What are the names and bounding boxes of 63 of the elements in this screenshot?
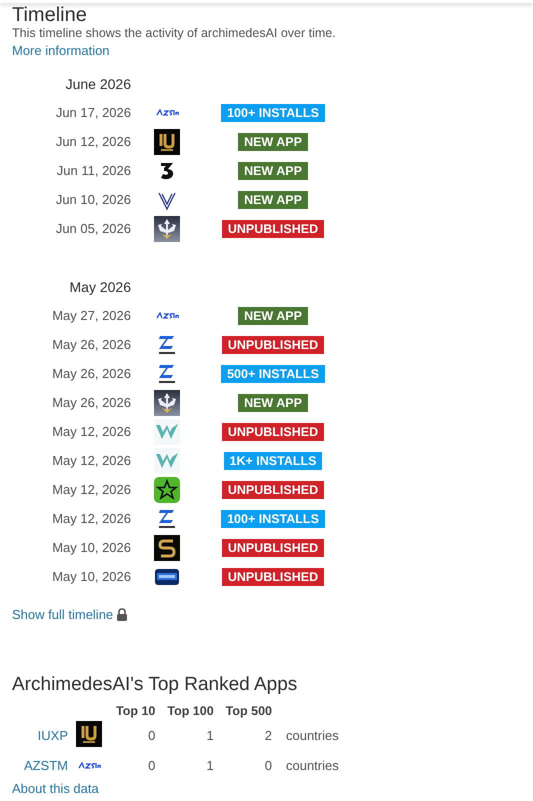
app-logo-icon [154, 108, 180, 116]
status-badge: NEW APP [238, 394, 308, 412]
month-heading: May 2026 [68, 279, 131, 295]
event-date: Jun 17, 2026 [54, 105, 131, 120]
event-date: May 26, 2026 [51, 366, 131, 381]
event-date: May 12, 2026 [51, 453, 131, 468]
status-badge: NEW APP [238, 132, 308, 150]
event-date: May 12, 2026 [51, 511, 131, 526]
status-badge: 500+ INSTALLS [221, 364, 325, 382]
status-badge: UNPUBLISHED [222, 480, 324, 498]
app-logo-icon [154, 448, 180, 474]
event-date: May 27, 2026 [51, 308, 131, 323]
event-date: May 26, 2026 [51, 395, 131, 410]
table-cell-text: 1 [205, 756, 214, 774]
table-cell-text: 0 [147, 756, 156, 774]
section-title: Timeline [12, 4, 88, 26]
status-badge: NEW APP [238, 162, 308, 180]
event-date: Jun 12, 2026 [54, 134, 131, 149]
status-badge: UNPUBLISHED [222, 538, 324, 556]
event-date: May 10, 2026 [51, 540, 131, 555]
app-logo-icon [154, 534, 180, 560]
app-logo-icon [154, 216, 180, 242]
status-badge: 100+ INSTALLS [221, 510, 325, 528]
app-logo-icon [154, 128, 180, 154]
event-date: May 12, 2026 [51, 482, 131, 497]
app-logo-icon [154, 418, 180, 444]
table-cell-text: 0 [147, 726, 156, 744]
app-logo-icon [76, 762, 102, 770]
table-cell-text: 1 [205, 726, 214, 744]
event-date: Jun 11, 2026 [56, 163, 131, 178]
event-date: May 26, 2026 [51, 337, 131, 352]
status-badge: 1K+ INSTALLS [224, 452, 322, 470]
status-badge: UNPUBLISHED [222, 220, 324, 238]
status-badge: 100+ INSTALLS [221, 104, 325, 122]
status-badge: UNPUBLISHED [222, 568, 324, 586]
status-badge: UNPUBLISHED [222, 336, 324, 354]
description-text: This timeline shows the activity of archimedesAI over time. [12, 26, 337, 40]
app-link[interactable]: AZSTM [24, 758, 68, 772]
status-badge: NEW APP [238, 306, 308, 324]
status-badge: UNPUBLISHED [222, 422, 324, 440]
app-logo-icon [154, 476, 180, 502]
table-cell-text: countries [284, 726, 339, 744]
app-link[interactable]: IUXP [38, 728, 68, 742]
event-date: May 10, 2026 [51, 569, 131, 584]
status-badge: NEW APP [238, 190, 308, 208]
lock-icon [116, 608, 128, 621]
app-logo-icon [76, 720, 102, 746]
column-header: Top 10 [115, 703, 156, 720]
more-information-link[interactable]: More information [12, 43, 110, 58]
app-logo-icon [154, 390, 180, 416]
column-header: Top 100 [166, 703, 214, 720]
table-cell-text: countries [284, 756, 339, 774]
table-cell: 0 [214, 750, 272, 780]
column-header: Top 500 [214, 702, 272, 720]
about-data-link[interactable]: About this data [12, 781, 99, 796]
event-date: Jun 05, 2026 [54, 221, 131, 236]
section-title: ArchimedesAI's Top Ranked Apps [12, 674, 298, 696]
event-date: May 12, 2026 [51, 424, 131, 439]
app-logo-icon [154, 312, 180, 320]
event-date: Jun 10, 2026 [54, 192, 131, 207]
table-cell: 2 [214, 720, 272, 750]
month-heading: June 2026 [64, 76, 131, 92]
full-timeline-link[interactable]: Show full timeline [12, 607, 114, 622]
